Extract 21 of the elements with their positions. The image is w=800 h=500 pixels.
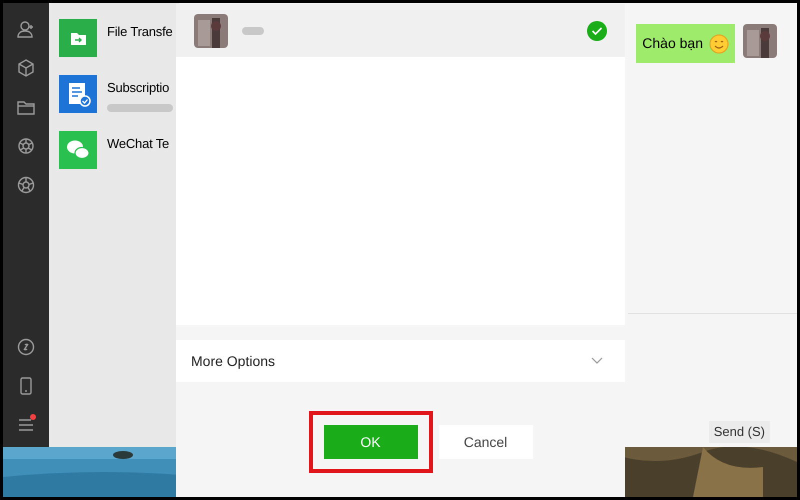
settings-icon[interactable] (16, 175, 36, 195)
avatar (194, 14, 228, 48)
send-button[interactable]: Send (S) (708, 421, 770, 443)
link-icon[interactable] (16, 337, 36, 357)
folder-icon (59, 19, 97, 57)
blurred-name (242, 26, 264, 34)
cube-icon[interactable] (16, 58, 36, 78)
aperture-icon[interactable] (16, 136, 36, 156)
more-options-label: More Options (191, 352, 276, 371)
chat-title: File Transfe (107, 23, 173, 41)
cancel-button[interactable]: Cancel (438, 425, 532, 459)
more-options-row[interactable]: More Options (176, 340, 625, 382)
smiley-icon (709, 34, 729, 54)
contacts-icon[interactable] (16, 19, 36, 39)
chat-bubbles-icon (59, 131, 97, 169)
chat-title: WeChat Te (107, 135, 170, 153)
message-text: Chào bạn (642, 34, 703, 53)
avatar (743, 24, 777, 58)
document-icon (59, 75, 97, 113)
chat-title: Subscriptio (107, 79, 170, 97)
contact-row[interactable] (176, 4, 625, 57)
